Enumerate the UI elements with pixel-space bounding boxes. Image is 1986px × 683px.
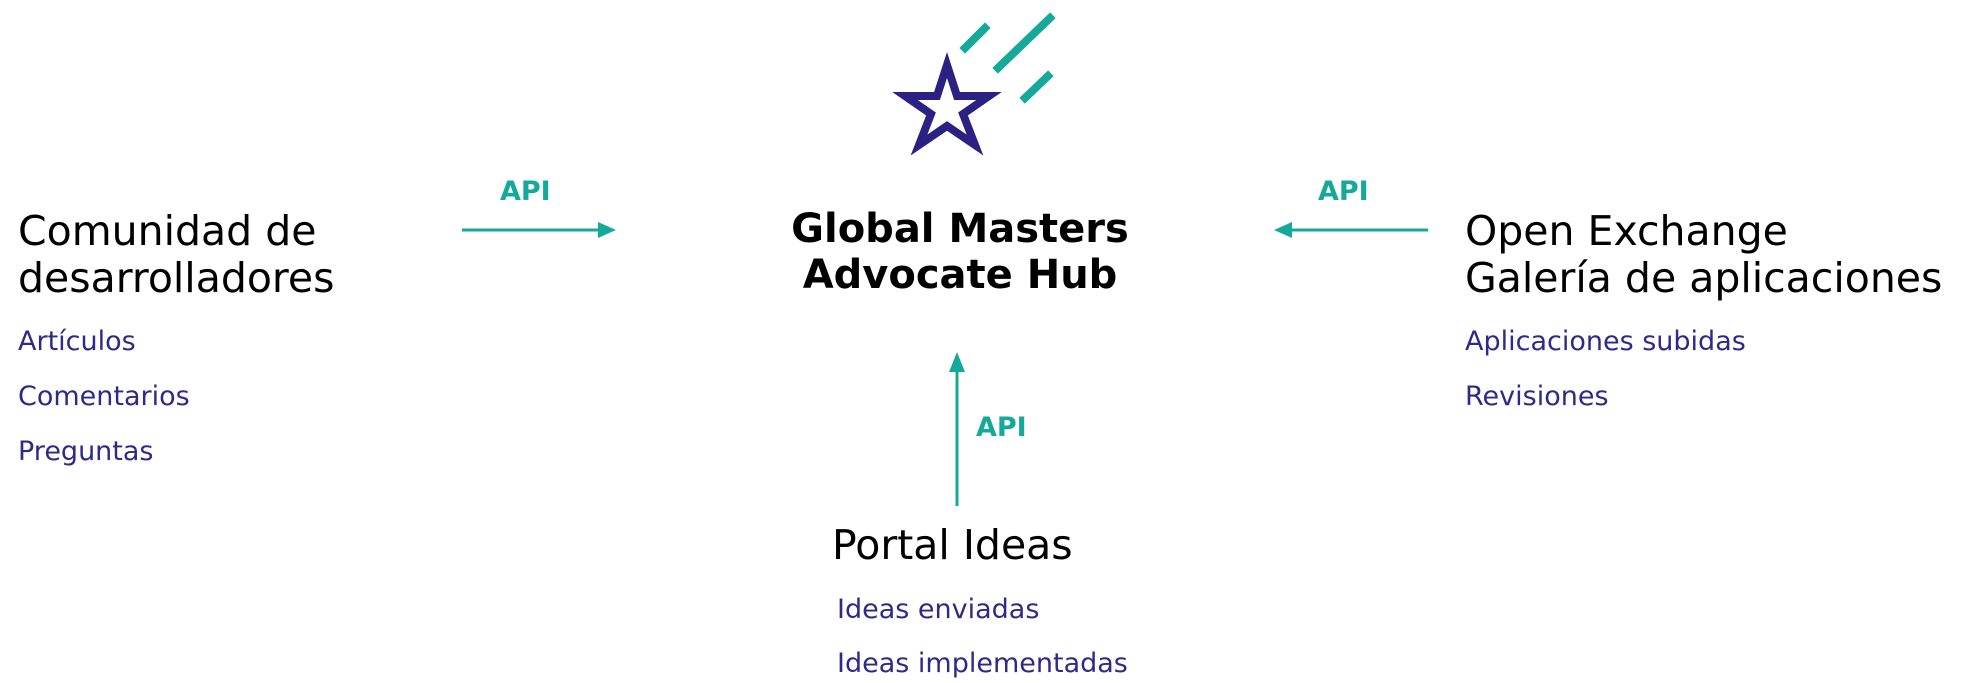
star-trail-3 bbox=[1019, 70, 1054, 104]
left-node-title-line-2: desarrolladores bbox=[18, 254, 335, 302]
star-outline bbox=[892, 51, 1002, 156]
right-node-title-line-2: Galería de aplicaciones bbox=[1465, 254, 1943, 302]
left-node-title-line-1: Comunidad de bbox=[18, 207, 317, 255]
arrow-bottom-to-hub bbox=[949, 352, 965, 506]
hub-title-line-2: Advocate Hub bbox=[802, 252, 1118, 298]
right-node-item-revisiones: Revisiones bbox=[1465, 381, 1609, 412]
left-node-item-comentarios: Comentarios bbox=[18, 381, 190, 412]
api-label-right: API bbox=[1318, 176, 1369, 207]
hub-title: Global Masters Advocate Hub bbox=[735, 206, 1185, 298]
api-label-bottom: API bbox=[976, 412, 1027, 443]
bottom-node-title: Portal Ideas bbox=[832, 521, 1073, 569]
api-label-left: API bbox=[500, 176, 551, 207]
arrow-left-to-hub bbox=[462, 222, 616, 238]
left-node-item-preguntas: Preguntas bbox=[18, 436, 154, 467]
right-node-title: Open Exchange Galería de aplicaciones bbox=[1465, 208, 1942, 302]
left-node-title: Comunidad de desarrolladores bbox=[18, 208, 334, 302]
star-trail-1 bbox=[959, 22, 991, 54]
bottom-node-item-ideas-enviadas: Ideas enviadas bbox=[837, 594, 1040, 625]
right-node-title-line-1: Open Exchange bbox=[1465, 207, 1788, 255]
arrow-right-to-hub bbox=[1274, 222, 1428, 238]
shooting-star-icon bbox=[892, 12, 1056, 156]
left-node-item-articulos: Artículos bbox=[18, 326, 136, 357]
bottom-node-item-ideas-implementadas: Ideas implementadas bbox=[837, 648, 1128, 679]
hub-title-line-1: Global Masters bbox=[791, 206, 1129, 252]
star-trail-2 bbox=[992, 12, 1056, 74]
right-node-item-aplicaciones-subidas: Aplicaciones subidas bbox=[1465, 326, 1746, 357]
